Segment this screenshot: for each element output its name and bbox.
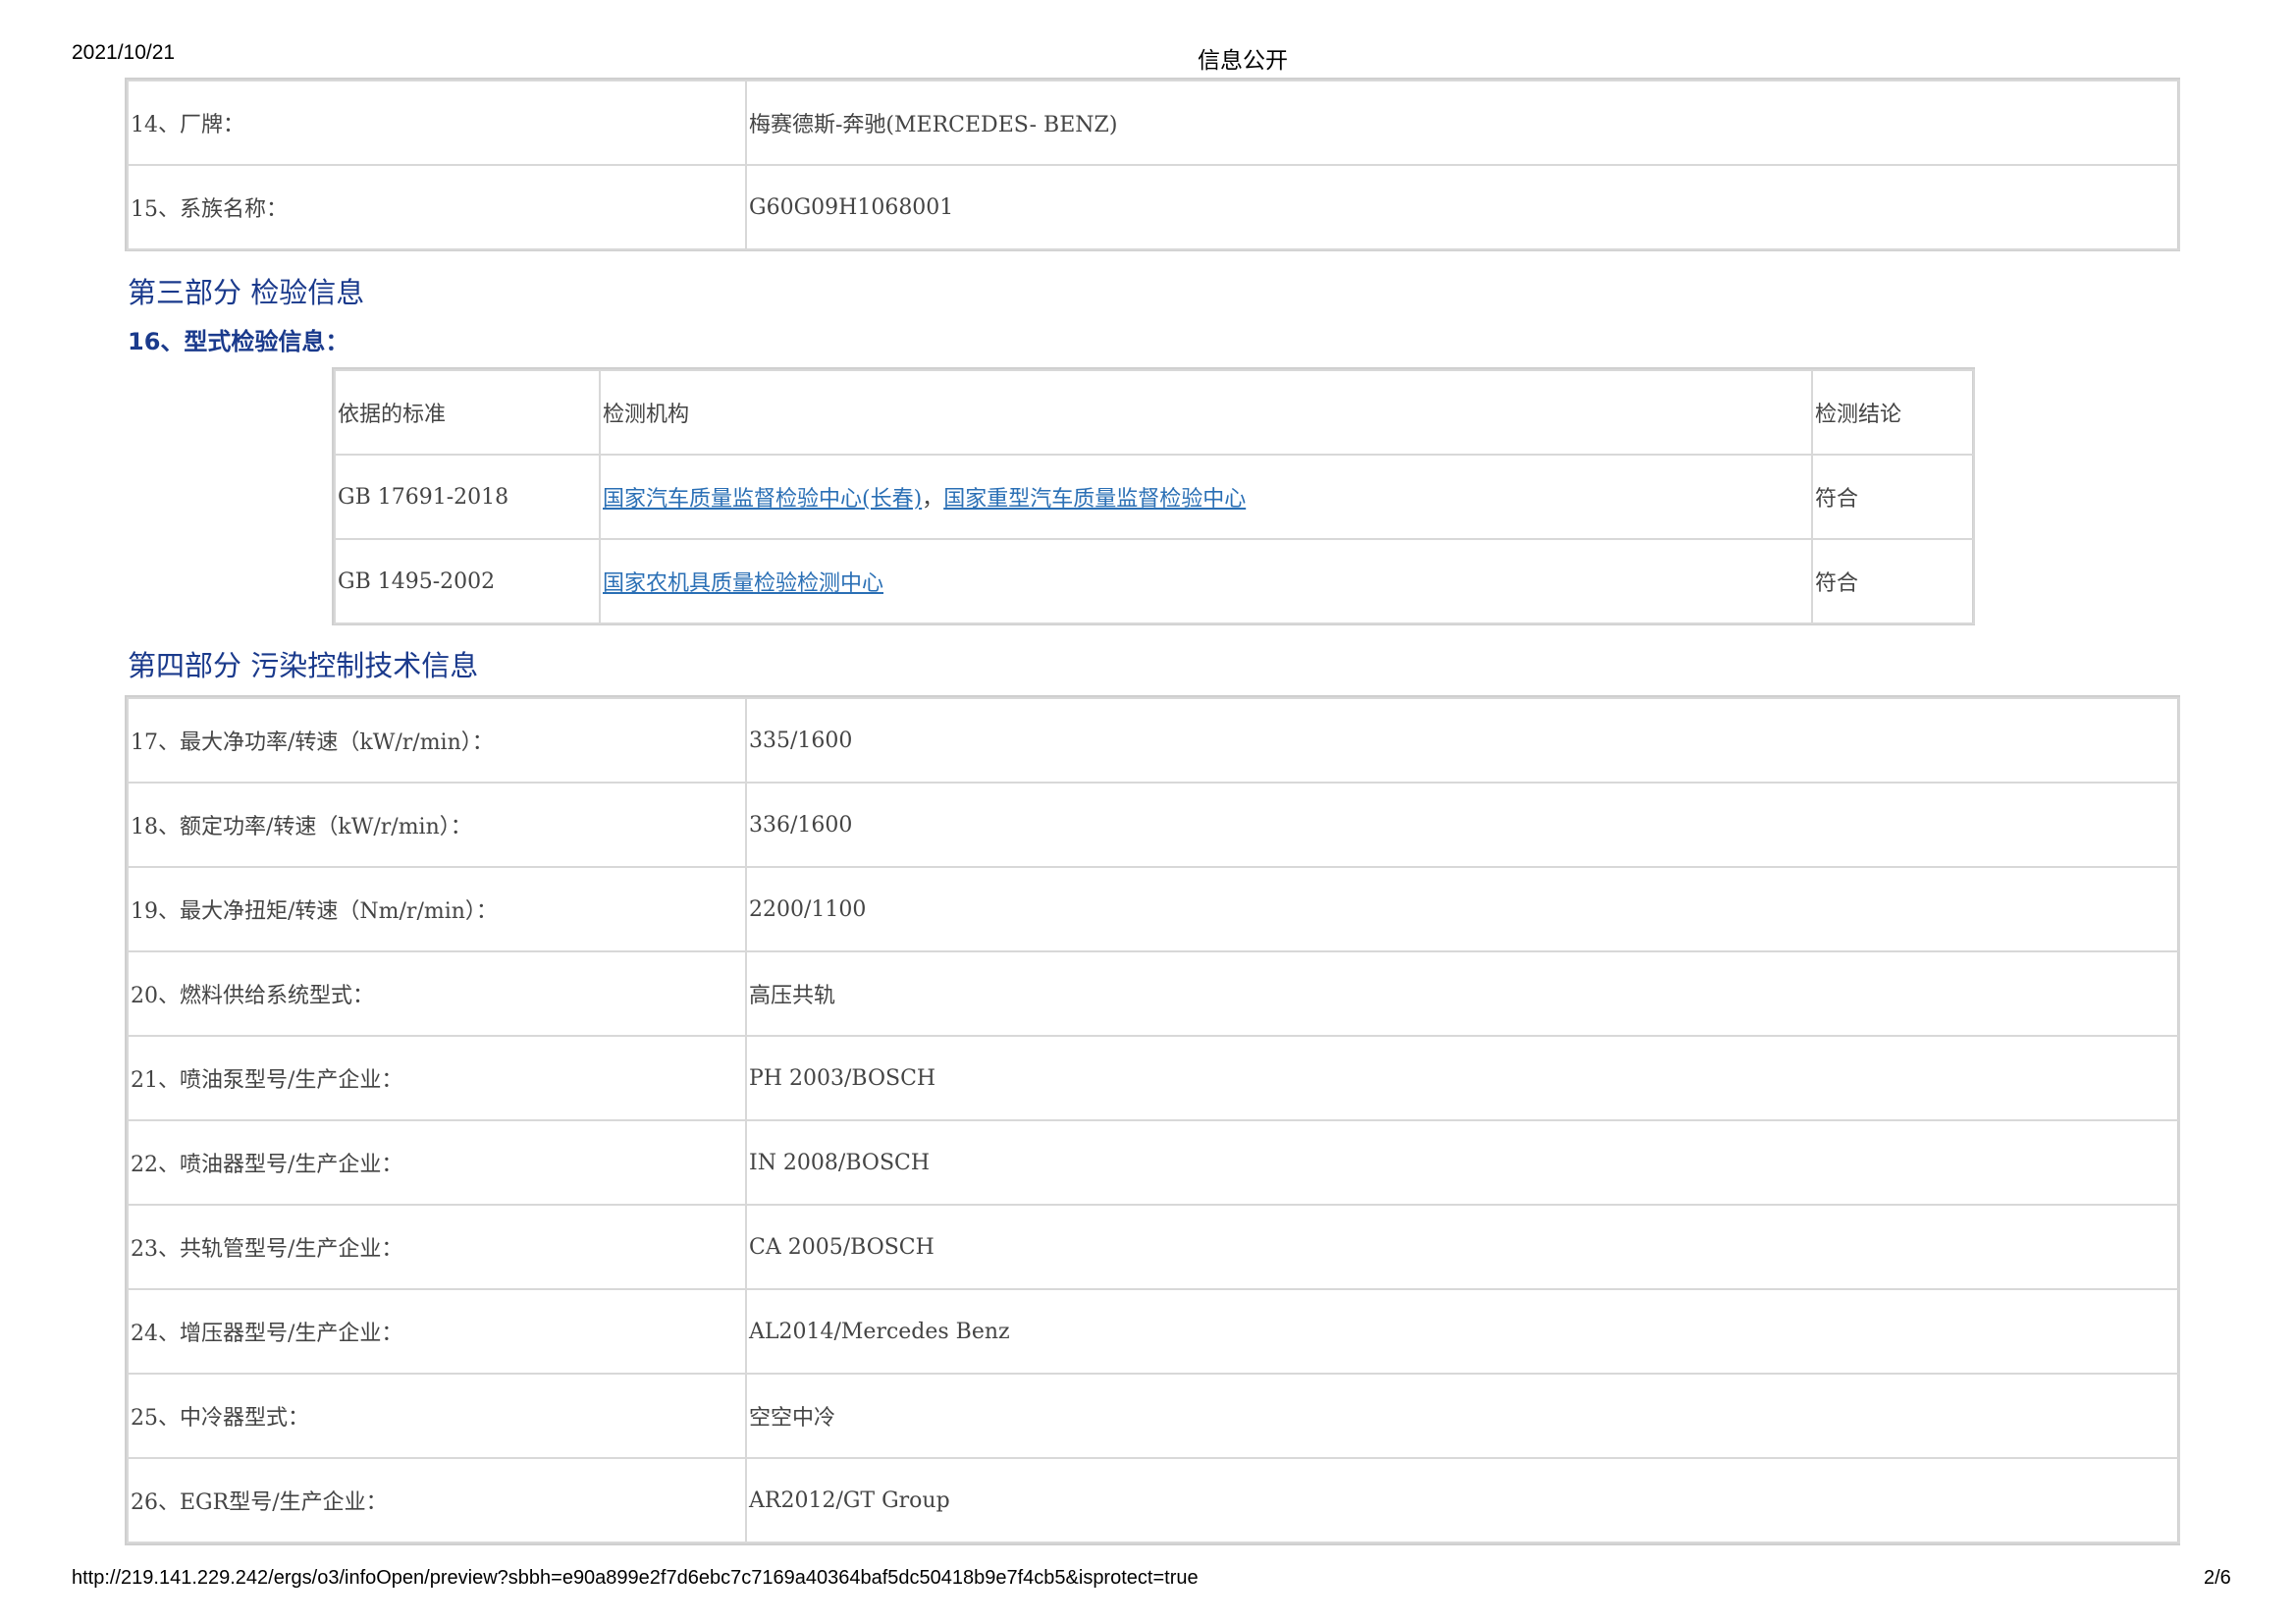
cell-standard: GB 17691-2018 (334, 454, 601, 540)
part4-table: 17、最大净功率/转速（kW/r/min）： 335/1600 18、额定功率/… (127, 697, 2180, 1543)
header-agency: 检测机构 (599, 369, 1813, 456)
row-label: 17、最大净功率/转速（kW/r/min）： (127, 697, 747, 784)
row-label: 23、共轨管型号/生产企业： (127, 1204, 747, 1290)
table-row: 19、最大净扭矩/转速（Nm/r/min）： 2200/1100 (127, 866, 2180, 952)
page-number: 2/6 (2204, 1567, 2231, 1589)
table-row: 18、额定功率/转速（kW/r/min）： 336/1600 (127, 782, 2180, 868)
row-label: 24、增压器型号/生产企业： (127, 1288, 747, 1375)
row-label: 26、EGR型号/生产企业： (127, 1457, 747, 1543)
table-row: 24、增压器型号/生产企业： AL2014/Mercedes Benz (127, 1288, 2180, 1375)
row-value: G60G09H1068001 (745, 164, 2180, 250)
cell-result: 符合 (1811, 454, 1975, 540)
part2-table: 14、厂牌： 梅赛德斯-奔驰(MERCEDES- BENZ) 15、系族名称： … (127, 80, 2180, 250)
row-label: 25、中冷器型式： (127, 1373, 747, 1459)
agency-link[interactable]: 国家汽车质量监督检验中心(长春) (603, 487, 922, 512)
row-label: 14、厂牌： (127, 80, 747, 166)
subsection-title-type-test: 16、型式检验信息： (128, 328, 349, 355)
table-row: 17、最大净功率/转速（kW/r/min）： 335/1600 (127, 697, 2180, 784)
table-row: 15、系族名称： G60G09H1068001 (127, 164, 2180, 250)
row-value: AR2012/GT Group (745, 1457, 2180, 1543)
table-row: 20、燃料供给系统型式： 高压共轨 (127, 950, 2180, 1037)
header-result: 检测结论 (1811, 369, 1975, 456)
cell-result: 符合 (1811, 538, 1975, 624)
row-label: 20、燃料供给系统型式： (127, 950, 747, 1037)
agency-link[interactable]: 国家农机具质量检验检测中心 (603, 571, 883, 596)
table-row: GB 17691-2018 国家汽车质量监督检验中心(长春)，国家重型汽车质量监… (334, 454, 1975, 540)
row-value: 高压共轨 (745, 950, 2180, 1037)
row-value: CA 2005/BOSCH (745, 1204, 2180, 1290)
table-row: 14、厂牌： 梅赛德斯-奔驰(MERCEDES- BENZ) (127, 80, 2180, 166)
row-label: 18、额定功率/转速（kW/r/min）： (127, 782, 747, 868)
section-title-part3: 第三部分 检验信息 (128, 276, 365, 309)
row-label: 19、最大净扭矩/转速（Nm/r/min）： (127, 866, 747, 952)
section-title-part4: 第四部分 污染控制技术信息 (128, 649, 479, 682)
page-title: 信息公开 (1198, 48, 1288, 74)
row-value: IN 2008/BOSCH (745, 1119, 2180, 1206)
header-standard: 依据的标准 (334, 369, 601, 456)
cell-agency: 国家农机具质量检验检测中心 (599, 538, 1813, 624)
table-header-row: 依据的标准 检测机构 检测结论 (334, 369, 1975, 456)
row-value: PH 2003/BOSCH (745, 1035, 2180, 1121)
table-row: 23、共轨管型号/生产企业： CA 2005/BOSCH (127, 1204, 2180, 1290)
print-date: 2021/10/21 (72, 41, 176, 64)
inspection-table: 依据的标准 检测机构 检测结论 GB 17691-2018 国家汽车质量监督检验… (334, 369, 1975, 624)
row-value: 梅赛德斯-奔驰(MERCEDES- BENZ) (745, 80, 2180, 166)
row-value: 336/1600 (745, 782, 2180, 868)
row-label: 15、系族名称： (127, 164, 747, 250)
cell-agency: 国家汽车质量监督检验中心(长春)，国家重型汽车质量监督检验中心 (599, 454, 1813, 540)
row-value: 空空中冷 (745, 1373, 2180, 1459)
row-label: 22、喷油器型号/生产企业： (127, 1119, 747, 1206)
table-row: 21、喷油泵型号/生产企业： PH 2003/BOSCH (127, 1035, 2180, 1121)
agency-separator: ， (922, 487, 944, 512)
page-url: http://219.141.229.242/ergs/o3/infoOpen/… (72, 1567, 1199, 1589)
row-value: 2200/1100 (745, 866, 2180, 952)
row-value: 335/1600 (745, 697, 2180, 784)
table-row: 22、喷油器型号/生产企业： IN 2008/BOSCH (127, 1119, 2180, 1206)
row-value: AL2014/Mercedes Benz (745, 1288, 2180, 1375)
row-label: 21、喷油泵型号/生产企业： (127, 1035, 747, 1121)
agency-link[interactable]: 国家重型汽车质量监督检验中心 (943, 487, 1246, 512)
table-row: GB 1495-2002 国家农机具质量检验检测中心 符合 (334, 538, 1975, 624)
cell-standard: GB 1495-2002 (334, 538, 601, 624)
table-row: 25、中冷器型式： 空空中冷 (127, 1373, 2180, 1459)
table-row: 26、EGR型号/生产企业： AR2012/GT Group (127, 1457, 2180, 1543)
